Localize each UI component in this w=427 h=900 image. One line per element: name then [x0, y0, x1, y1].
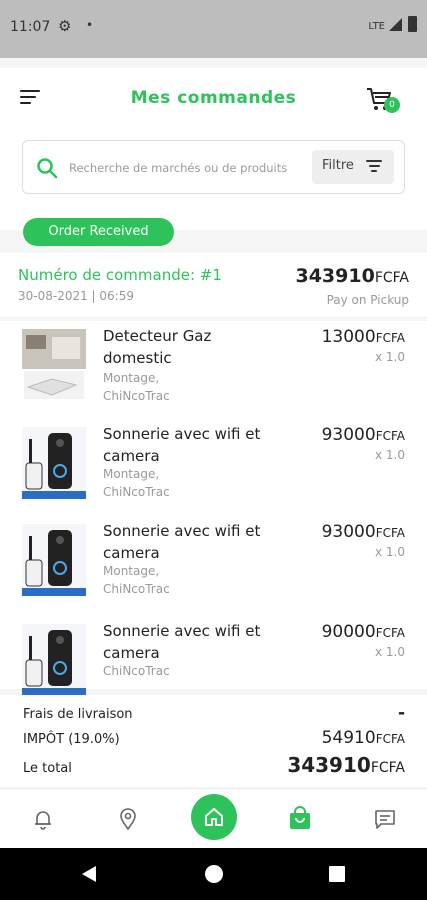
- search-box: Filtre: [22, 140, 405, 194]
- item-name: Sonnerie avec wifi et camera: [103, 622, 261, 662]
- filter-label: Filtre: [322, 158, 354, 173]
- item-name: Sonnerie avec wifi et camera: [103, 425, 261, 465]
- filter-button[interactable]: Filtre: [312, 150, 394, 184]
- gas-detector-icon: [22, 329, 86, 401]
- delivery-value: -: [397, 703, 405, 723]
- battery-icon: [408, 16, 417, 32]
- back-icon[interactable]: [80, 865, 98, 883]
- delivery-label: Frais de livraison: [23, 707, 133, 722]
- item-qty: x 1.0: [375, 350, 405, 364]
- list-item[interactable]: Detecteur Gaz domestic Montage, ChiNcoTrac…: [0, 321, 427, 417]
- order-card[interactable]: Numéro de commande: #1 30-08-2021 | 06:5…: [0, 253, 427, 317]
- page-title: Mes commandes: [130, 88, 297, 108]
- tax-row: IMPÔT (19.0%) 54910FCFA: [23, 728, 405, 752]
- delivery-row: Frais de livraison -: [23, 703, 405, 727]
- system-home-icon[interactable]: [205, 865, 223, 883]
- cart-button[interactable]: 0: [365, 85, 400, 113]
- search-input[interactable]: [69, 153, 309, 183]
- item-price: 13000FCFA: [321, 327, 405, 347]
- doorbell-camera-icon: [22, 427, 86, 499]
- payment-method: Pay on Pickup: [326, 293, 409, 307]
- item-vendor: Montage, ChiNcoTrac: [103, 564, 170, 596]
- recent-apps-icon[interactable]: [329, 866, 345, 882]
- signal-icon: [389, 18, 402, 31]
- order-total-amount: 343910: [295, 265, 375, 287]
- network-type: LTE: [368, 21, 385, 32]
- doorbell-camera-icon: [22, 524, 86, 596]
- status-time: 11:07: [10, 19, 51, 35]
- item-name: Detecteur Gaz domestic: [103, 327, 212, 367]
- total-value: 343910FCFA: [287, 753, 405, 777]
- order-total: 343910FCFA: [295, 265, 409, 287]
- search-icon: [37, 158, 58, 179]
- bottom-nav: [0, 788, 427, 848]
- settings-gear-icon: ⚙: [58, 17, 72, 35]
- order-summary: Frais de livraison - IMPÔT (19.0%) 54910…: [0, 695, 427, 787]
- tax-label: IMPÔT (19.0%): [23, 732, 120, 747]
- notification-dot-icon: •: [86, 18, 94, 32]
- shopping-bag-icon[interactable]: [287, 805, 313, 831]
- chat-icon[interactable]: [373, 807, 397, 831]
- item-qty: x 1.0: [375, 645, 405, 659]
- item-price: 93000FCFA: [321, 425, 405, 445]
- item-vendor: Montage, ChiNcoTrac: [103, 467, 170, 499]
- bell-icon[interactable]: [31, 807, 55, 831]
- status-bar: 11:07 ⚙ • LTE: [0, 0, 427, 58]
- order-items-list: Detecteur Gaz domestic Montage, ChiNcoTrac…: [0, 321, 427, 696]
- order-status-badge: Order Received: [23, 218, 174, 246]
- list-item[interactable]: Sonnerie avec wifi et camera Montage, ChiN…: [0, 516, 427, 612]
- cart-count-badge: 0: [384, 97, 400, 113]
- order-date: 30-08-2021 | 06:59: [18, 289, 134, 303]
- item-price: 90000FCFA: [321, 622, 405, 642]
- item-qty: x 1.0: [375, 448, 405, 462]
- total-row: Le total 343910FCFA: [23, 753, 405, 781]
- tax-value: 54910FCFA: [321, 728, 405, 748]
- item-name: Sonnerie avec wifi et camera: [103, 522, 261, 562]
- system-nav-bar: [0, 848, 427, 900]
- list-item[interactable]: Sonnerie avec wifi et camera Montage, ChiN…: [0, 419, 427, 515]
- item-qty: x 1.0: [375, 545, 405, 559]
- item-vendor: Montage, ChiNcoTrac: [103, 371, 170, 403]
- app-header: Mes commandes 0: [0, 68, 427, 132]
- location-pin-icon[interactable]: [116, 807, 140, 831]
- search-area: Filtre: [0, 132, 427, 230]
- item-vendor: ChiNcoTrac: [103, 664, 170, 678]
- home-button[interactable]: [191, 794, 237, 840]
- order-number: Numéro de commande: #1: [18, 266, 222, 284]
- home-icon: [205, 808, 223, 826]
- filter-icon: [366, 160, 382, 174]
- doorbell-camera-icon: [22, 624, 86, 696]
- total-label: Le total: [23, 761, 72, 776]
- order-total-currency: FCFA: [374, 270, 409, 286]
- item-price: 93000FCFA: [321, 522, 405, 542]
